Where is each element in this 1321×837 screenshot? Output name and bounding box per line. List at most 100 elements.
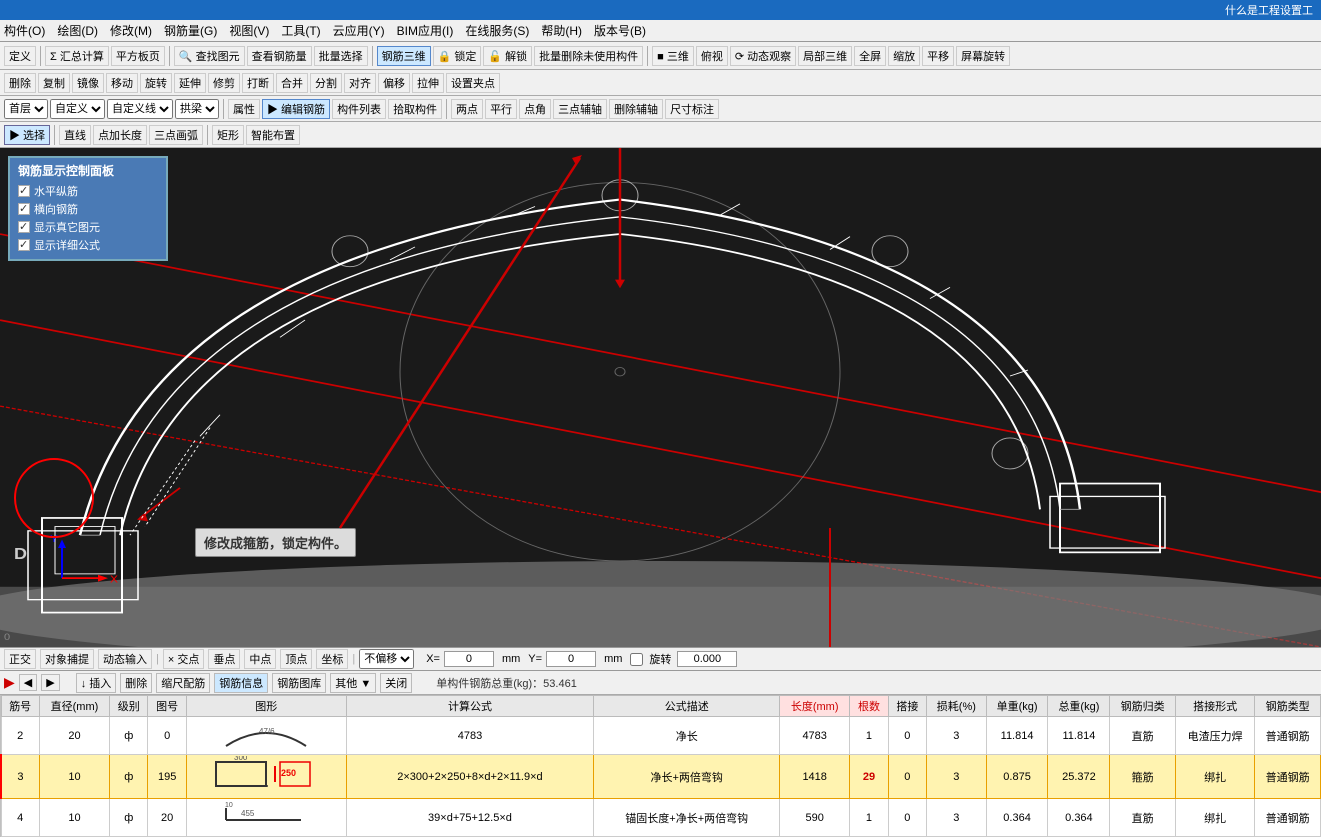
menu-item-1[interactable]: 绘图(D) bbox=[57, 22, 98, 39]
btn-select-mode[interactable]: ▶ 选择 bbox=[4, 125, 50, 145]
table-cell[interactable]: ф bbox=[110, 799, 148, 837]
table-cell[interactable]: 锚固长度+净长+两倍弯钩 bbox=[594, 799, 780, 837]
table-cell[interactable]: 4783 bbox=[780, 717, 850, 755]
snap-mode-select[interactable]: 不偏移 bbox=[359, 649, 414, 669]
btn-align[interactable]: 对齐 bbox=[344, 73, 376, 93]
btn-rebar-lib[interactable]: 钢筋图库 bbox=[272, 673, 326, 693]
menu-item-9[interactable]: 帮助(H) bbox=[541, 22, 582, 39]
btn-mirror[interactable]: 镜像 bbox=[72, 73, 104, 93]
menu-item-2[interactable]: 修改(M) bbox=[110, 22, 152, 39]
layer-select[interactable]: 首层 bbox=[4, 99, 48, 119]
table-cell[interactable]: 普通钢筋 bbox=[1255, 755, 1321, 799]
table-cell[interactable]: 普通钢筋 bbox=[1255, 799, 1321, 837]
cb-horizontal-rebar[interactable] bbox=[18, 185, 30, 197]
btn-insert-row[interactable]: ↓ 插入 bbox=[76, 673, 117, 693]
menu-item-0[interactable]: 构件(O) bbox=[4, 22, 45, 39]
y-input[interactable] bbox=[546, 651, 596, 667]
btn-split[interactable]: 分割 bbox=[310, 73, 342, 93]
btn-define[interactable]: 定义 bbox=[4, 46, 36, 66]
btn-rebar-info[interactable]: 钢筋信息 bbox=[214, 673, 268, 693]
rotate-input[interactable] bbox=[677, 651, 737, 667]
btn-dynamic-obs[interactable]: ⟳ 动态观察 bbox=[730, 46, 796, 66]
canvas-area[interactable]: 钢筋显示控制面板 水平纵筋 横向钢筋 显示真它图元 显示详细公式 bbox=[0, 148, 1321, 647]
table-cell[interactable]: ф bbox=[110, 755, 148, 799]
cb-transverse-rebar[interactable] bbox=[18, 203, 30, 215]
btn-view-rebar[interactable]: 查看钢筋量 bbox=[247, 46, 312, 66]
menu-item-6[interactable]: 云应用(Y) bbox=[333, 22, 385, 39]
btn-rect[interactable]: 矩形 bbox=[212, 125, 244, 145]
btn-perp[interactable]: 垂点 bbox=[208, 649, 240, 669]
table-cell[interactable]: 10 bbox=[39, 799, 109, 837]
btn-batch-del[interactable]: 批量删除未使用构件 bbox=[534, 46, 643, 66]
table-cell[interactable]: 0 bbox=[148, 717, 186, 755]
btn-top-view[interactable]: 俯视 bbox=[696, 46, 728, 66]
table-cell[interactable]: 直筋 bbox=[1110, 799, 1176, 837]
arch-select[interactable]: 拱梁 bbox=[175, 99, 219, 119]
btn-trim[interactable]: 修剪 bbox=[208, 73, 240, 93]
btn-del-row[interactable]: 删除 bbox=[120, 673, 152, 693]
axis-select[interactable]: 自定义线 bbox=[107, 99, 173, 119]
table-container[interactable]: 筋号 直径(mm) 级别 图号 图形 计算公式 公式描述 长度(mm) 根数 搭… bbox=[0, 695, 1321, 837]
table-cell[interactable]: 3 bbox=[927, 755, 987, 799]
table-cell[interactable]: 20 bbox=[39, 717, 109, 755]
btn-nav-back[interactable]: ◀ bbox=[19, 674, 37, 691]
btn-edit-rebar[interactable]: ▶ 编辑钢筋 bbox=[262, 99, 330, 119]
btn-offset[interactable]: 偏移 bbox=[378, 73, 410, 93]
menu-item-7[interactable]: BIM应用(I) bbox=[397, 22, 454, 39]
cell-count[interactable]: 29 bbox=[850, 755, 888, 799]
table-cell[interactable]: 绑扎 bbox=[1175, 799, 1254, 837]
table-cell[interactable]: 2 bbox=[1, 717, 39, 755]
table-cell[interactable]: 净长 bbox=[594, 717, 780, 755]
table-cell[interactable]: 箍筋 bbox=[1110, 755, 1176, 799]
x-input[interactable] bbox=[444, 651, 494, 667]
btn-batch-select[interactable]: 批量选择 bbox=[314, 46, 368, 66]
btn-rotate-screen[interactable]: 屏幕旋转 bbox=[956, 46, 1010, 66]
btn-orthogonal[interactable]: 正交 bbox=[4, 649, 36, 669]
btn-close-table[interactable]: 关闭 bbox=[380, 673, 412, 693]
btn-line[interactable]: 直线 bbox=[59, 125, 91, 145]
btn-rebar-3d[interactable]: 钢筋三维 bbox=[377, 46, 431, 66]
btn-midpoint[interactable]: 中点 bbox=[244, 649, 276, 669]
menu-item-10[interactable]: 版本号(B) bbox=[594, 22, 646, 39]
btn-move[interactable]: 移动 bbox=[106, 73, 138, 93]
btn-del[interactable]: 删除 bbox=[4, 73, 36, 93]
layer-type-select[interactable]: 自定义 bbox=[50, 99, 105, 119]
table-cell[interactable]: 普通钢筋 bbox=[1255, 717, 1321, 755]
btn-pick-component[interactable]: 拾取构件 bbox=[388, 99, 442, 119]
table-cell[interactable]: 0 bbox=[888, 799, 926, 837]
table-cell[interactable]: 10 bbox=[39, 755, 109, 799]
table-cell[interactable]: ф bbox=[110, 717, 148, 755]
rotate-checkbox[interactable] bbox=[630, 653, 643, 666]
table-row-highlighted[interactable]: 310ф195 300 250 2×300+2×250+8×d+2×11.9×d… bbox=[1, 755, 1321, 799]
btn-find[interactable]: 🔍 查找图元 bbox=[174, 46, 245, 66]
table-cell[interactable]: 39×d+75+12.5×d bbox=[346, 799, 594, 837]
btn-3d[interactable]: ■ 三维 bbox=[652, 46, 694, 66]
table-cell[interactable]: 绑扎 bbox=[1175, 755, 1254, 799]
btn-add-len[interactable]: 点加长度 bbox=[93, 125, 147, 145]
btn-grip[interactable]: 设置夹点 bbox=[446, 73, 500, 93]
btn-zoom[interactable]: 缩放 bbox=[888, 46, 920, 66]
table-cell[interactable]: 电渣压力焊 bbox=[1175, 717, 1254, 755]
btn-snap[interactable]: 对象捕提 bbox=[40, 649, 94, 669]
btn-local-3d[interactable]: 局部三维 bbox=[798, 46, 852, 66]
btn-coord[interactable]: 坐标 bbox=[316, 649, 348, 669]
table-cell[interactable]: 直筋 bbox=[1110, 717, 1176, 755]
panel-close-icon[interactable]: ▶ bbox=[4, 674, 15, 691]
cb-show-other[interactable] bbox=[18, 221, 30, 233]
btn-two-points[interactable]: 两点 bbox=[451, 99, 483, 119]
table-row[interactable]: 410ф20 455 10 39×d+75+12.5×d锚固长度+净长+两倍弯钩… bbox=[1, 799, 1321, 837]
btn-vertex[interactable]: 顶点 bbox=[280, 649, 312, 669]
btn-copy[interactable]: 复制 bbox=[38, 73, 70, 93]
btn-break[interactable]: 打断 bbox=[242, 73, 274, 93]
cell-count[interactable]: 1 bbox=[850, 799, 888, 837]
btn-dynamic-input[interactable]: 动态输入 bbox=[98, 649, 152, 669]
cell-count[interactable]: 1 bbox=[850, 717, 888, 755]
btn-scale-rebar[interactable]: 缩尺配筋 bbox=[156, 673, 210, 693]
btn-merge[interactable]: 合并 bbox=[276, 73, 308, 93]
table-cell[interactable]: 0.364 bbox=[986, 799, 1048, 837]
btn-other[interactable]: 其他 ▼ bbox=[330, 673, 376, 693]
table-cell[interactable]: 0.364 bbox=[1048, 799, 1110, 837]
table-cell[interactable]: 3 bbox=[1, 755, 39, 799]
btn-three-point-axis[interactable]: 三点辅轴 bbox=[553, 99, 607, 119]
btn-pan[interactable]: 平移 bbox=[922, 46, 954, 66]
